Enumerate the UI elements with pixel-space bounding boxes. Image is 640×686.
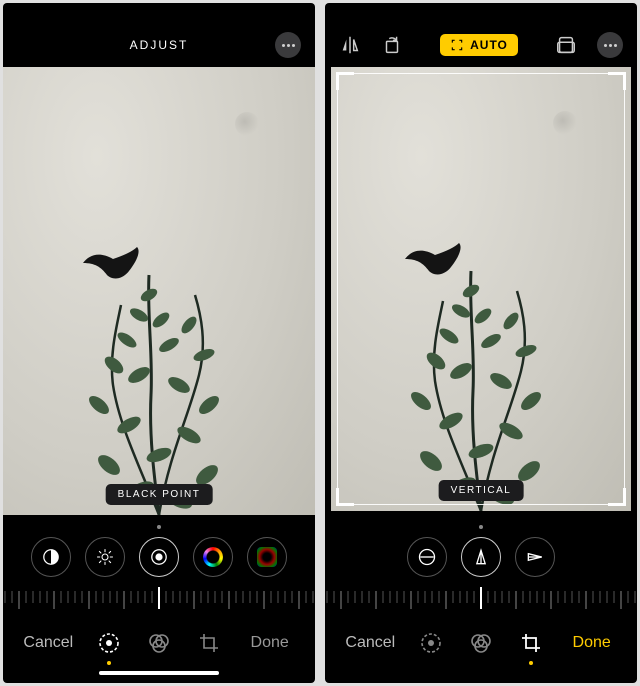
crop-tool-label: VERTICAL: [439, 480, 524, 501]
status-bar-spacer: [3, 3, 315, 23]
crop-active-indicator: [529, 661, 533, 665]
black-point-tool[interactable]: [139, 537, 179, 577]
crop-header: AUTO: [325, 23, 637, 67]
home-indicator-left[interactable]: [3, 669, 315, 683]
cancel-button[interactable]: Cancel: [340, 634, 400, 652]
mode-crop-button[interactable]: [197, 631, 221, 655]
crop-screen: AUTO: [325, 3, 637, 683]
filter-icon: [469, 631, 493, 655]
vertical-tool[interactable]: [461, 537, 501, 577]
auto-label: AUTO: [470, 38, 508, 52]
more-button[interactable]: [275, 32, 301, 58]
saturation-tool[interactable]: [193, 537, 233, 577]
done-button[interactable]: Done: [240, 634, 300, 652]
vignette-icon: [257, 547, 277, 567]
selected-dot-marker: [3, 515, 315, 529]
photo-subject: [351, 151, 611, 511]
photo-canvas-right[interactable]: VERTICAL: [331, 67, 631, 511]
vignette-tool[interactable]: [247, 537, 287, 577]
crop-tools-row: [325, 529, 637, 583]
photo-canvas-left[interactable]: BLACK POINT: [3, 67, 315, 515]
vertical-perspective-icon: [471, 547, 491, 567]
horizontal-tool[interactable]: [515, 537, 555, 577]
filter-icon: [147, 631, 171, 655]
brightness-tool[interactable]: [85, 537, 125, 577]
mode-filter-button[interactable]: [147, 631, 171, 655]
crop-slider[interactable]: [325, 583, 637, 617]
adjust-active-indicator: [107, 661, 111, 665]
mode-filter-button[interactable]: [469, 631, 493, 655]
aspect-ratio-icon[interactable]: [555, 34, 577, 56]
ruler-center-indicator: [158, 587, 160, 609]
more-button-right[interactable]: [597, 32, 623, 58]
cancel-button[interactable]: Cancel: [18, 634, 78, 652]
ruler-center-indicator: [480, 587, 482, 609]
mode-crop-button[interactable]: [519, 631, 543, 655]
adjust-screen: ADJUST: [3, 3, 315, 683]
adjust-tools-row: [3, 529, 315, 583]
brightness-icon: [96, 548, 114, 566]
straighten-tool[interactable]: [407, 537, 447, 577]
adjust-icon: [419, 631, 443, 655]
selected-dot-marker: [325, 515, 637, 529]
mode-adjust-button[interactable]: [97, 631, 121, 655]
flip-icon[interactable]: [339, 34, 361, 56]
bottom-bar-left: Cancel Done: [3, 617, 315, 669]
photo-smudge: [235, 112, 259, 136]
crop-icon: [519, 631, 543, 655]
adjust-slider[interactable]: [3, 583, 315, 617]
contrast-icon: [42, 548, 60, 566]
contrast-tool[interactable]: [31, 537, 71, 577]
status-bar-spacer: [325, 3, 637, 23]
straighten-icon: [417, 547, 437, 567]
adjust-tool-label: BLACK POINT: [106, 484, 213, 505]
horizontal-perspective-icon: [525, 547, 545, 567]
black-point-icon: [150, 548, 168, 566]
bottom-bar-right: Cancel Done: [325, 617, 637, 669]
adjust-icon: [97, 631, 121, 655]
saturation-icon: [203, 547, 223, 567]
done-button[interactable]: Done: [562, 634, 622, 652]
adjust-header: ADJUST: [3, 23, 315, 67]
crop-icon: [197, 631, 221, 655]
photo-subject: [29, 155, 289, 515]
mode-adjust-button[interactable]: [419, 631, 443, 655]
adjust-title: ADJUST: [43, 38, 275, 52]
auto-crop-button[interactable]: AUTO: [440, 34, 518, 56]
rotate-icon[interactable]: [381, 34, 403, 56]
